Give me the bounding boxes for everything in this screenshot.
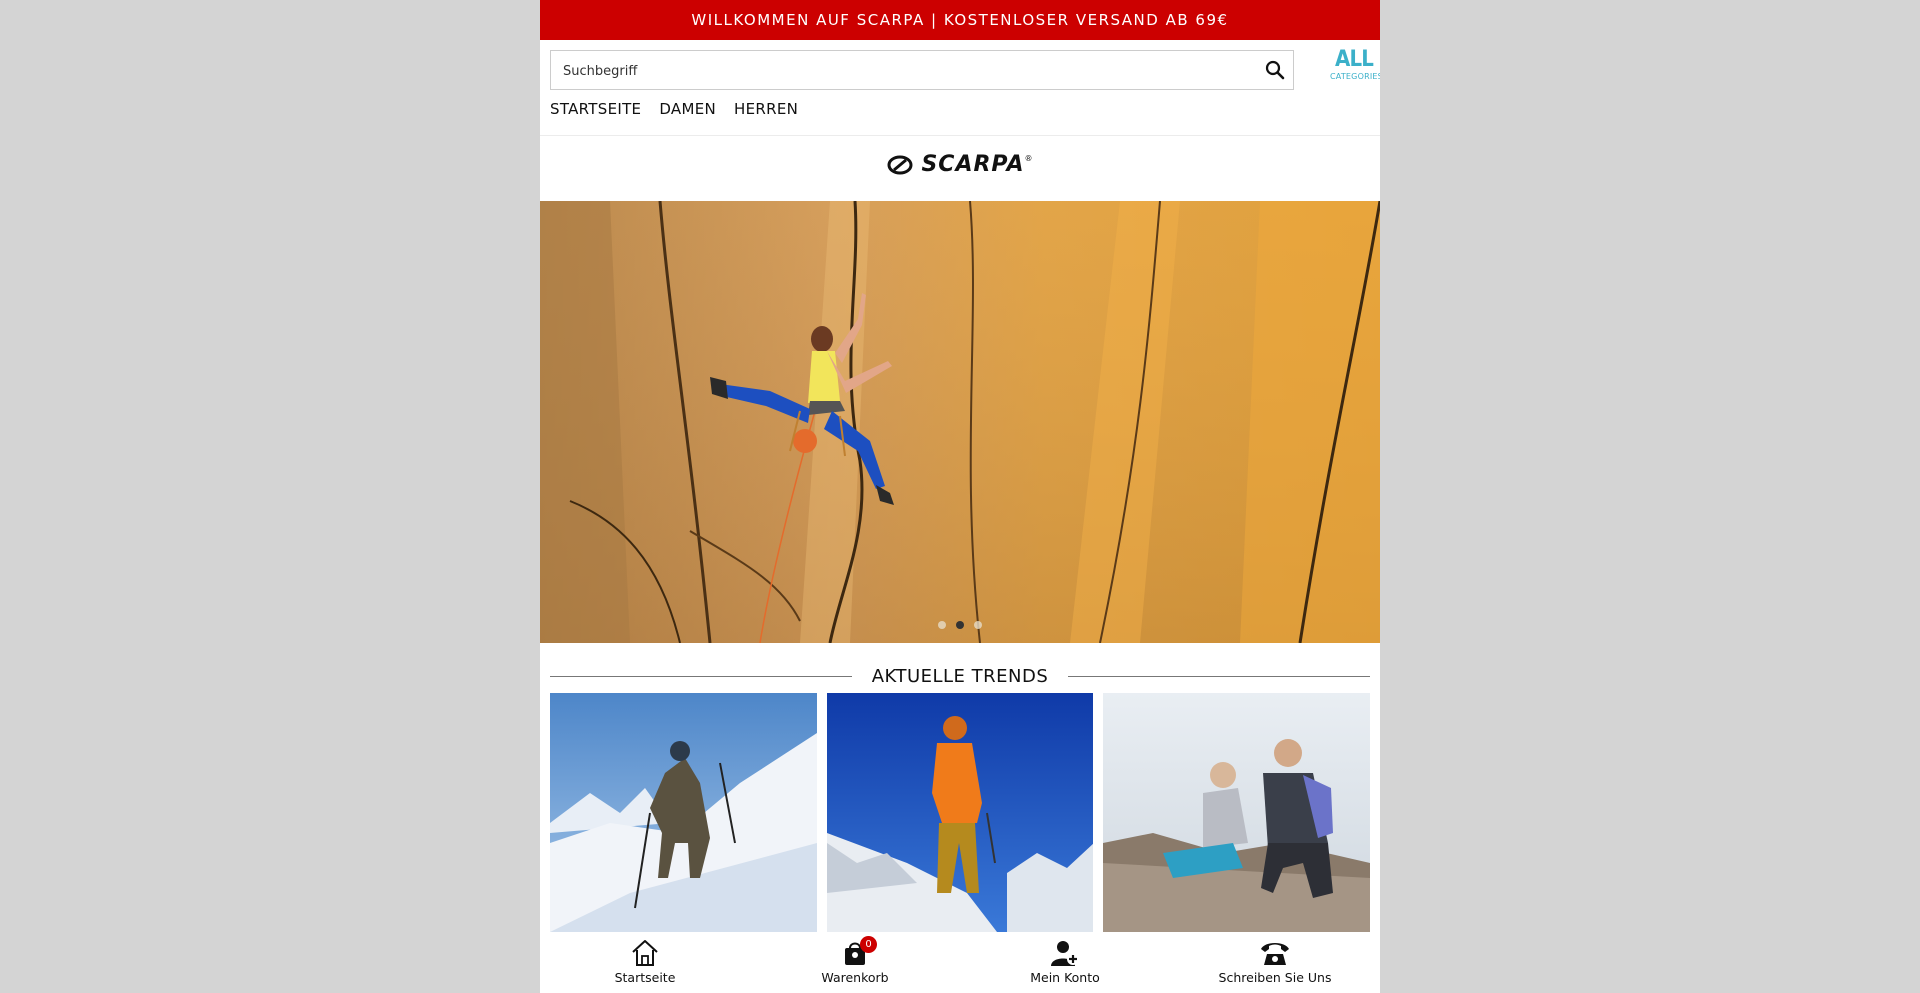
slider-dots [540, 621, 1380, 629]
hero-image [540, 201, 1380, 643]
all-categories-button[interactable]: ALL CATEGORIES [1330, 47, 1380, 92]
search-box [550, 50, 1294, 91]
hero-slider[interactable] [540, 201, 1380, 643]
nav-damen[interactable]: DAMEN [659, 100, 716, 118]
brand-logo[interactable]: SCARPA ® [540, 152, 1380, 177]
page: WILLKOMMEN AUF SCARPA | KOSTENLOSER VERS… [540, 0, 1380, 993]
brand-name: SCARPA [921, 152, 1025, 177]
trends-header: AKTUELLE TRENDS [550, 664, 1371, 688]
search-icon[interactable] [1263, 58, 1287, 82]
trend-card-mountaineering[interactable] [826, 693, 1094, 932]
slider-dot-2[interactable] [956, 621, 964, 629]
trend-card-ski-touring[interactable] [550, 693, 817, 932]
main-nav: STARTSEITE DAMEN HERREN [550, 100, 798, 118]
bottom-nav-warenkorb[interactable]: 0 Warenkorb [750, 934, 960, 993]
bottom-nav: Startseite 0 Warenkorb Mein Konto Schrei… [540, 934, 1380, 993]
bottom-nav-label: Warenkorb [821, 970, 889, 985]
trends-grid [550, 693, 1371, 932]
search-input[interactable] [561, 51, 1255, 91]
scarpa-logo-icon [887, 155, 913, 174]
bottom-nav-label: Startseite [614, 970, 676, 985]
bottom-nav-mein-konto[interactable]: Mein Konto [960, 934, 1170, 993]
slider-dot-3[interactable] [974, 621, 982, 629]
brand-registered: ® [1024, 154, 1033, 163]
home-icon [629, 938, 661, 968]
account-icon [1049, 938, 1081, 968]
all-categories-small: CATEGORIES [1330, 72, 1380, 81]
cart-icon: 0 [839, 936, 877, 968]
phone-icon [1259, 938, 1291, 968]
cart-count-badge: 0 [860, 936, 877, 953]
trends-title: AKTUELLE TRENDS [871, 665, 1049, 687]
bottom-nav-label: Schreiben Sie Uns [1218, 970, 1332, 985]
trend-image-ski-touring [550, 693, 817, 932]
trend-image-hiking-couple [1103, 693, 1371, 932]
nav-startseite[interactable]: STARTSEITE [550, 100, 641, 118]
all-categories-big: ALL [1335, 47, 1374, 72]
header-divider [540, 135, 1380, 136]
search-row: ALL CATEGORIES [550, 47, 1380, 92]
promo-text: WILLKOMMEN AUF SCARPA | KOSTENLOSER VERS… [691, 11, 1229, 29]
trends-line-right [1068, 675, 1371, 677]
trend-card-hiking-couple[interactable] [1103, 693, 1371, 932]
trends-line-left [550, 675, 852, 677]
trend-image-mountaineering [826, 693, 1094, 932]
promo-banner: WILLKOMMEN AUF SCARPA | KOSTENLOSER VERS… [540, 0, 1380, 40]
nav-herren[interactable]: HERREN [734, 100, 798, 118]
bottom-nav-label: Mein Konto [1030, 970, 1100, 985]
bottom-nav-startseite[interactable]: Startseite [540, 934, 750, 993]
bottom-nav-schreiben-sie-uns[interactable]: Schreiben Sie Uns [1170, 934, 1380, 993]
slider-dot-1[interactable] [938, 621, 946, 629]
